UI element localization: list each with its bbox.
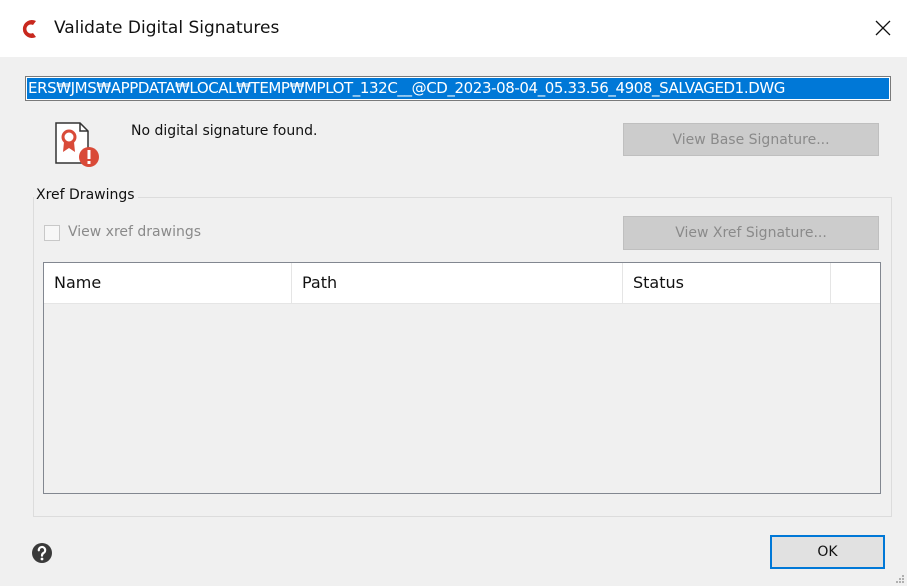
help-icon[interactable] <box>31 542 53 564</box>
column-header-path[interactable]: Path <box>292 263 623 303</box>
certificate-warning-icon <box>55 122 99 167</box>
app-logo-icon <box>22 20 36 38</box>
xref-table[interactable]: Name Path Status <box>43 262 881 494</box>
column-header-name[interactable]: Name <box>44 263 292 303</box>
window-title: Validate Digital Signatures <box>54 18 280 38</box>
ok-button[interactable]: OK <box>770 535 885 569</box>
signature-status-text: No digital signature found. <box>131 123 318 139</box>
view-xref-drawings-label[interactable]: View xref drawings <box>68 224 201 240</box>
xref-drawings-group-label: Xref Drawings <box>34 187 138 203</box>
close-icon <box>875 20 891 36</box>
view-xref-drawings-checkbox[interactable] <box>44 225 60 241</box>
file-path-field[interactable]: ERS₩JMS₩APPDATA₩LOCAL₩TEMP₩MPLOT_132C__@… <box>25 76 891 101</box>
resize-grip-icon[interactable] <box>895 574 905 584</box>
column-header-status[interactable]: Status <box>623 263 831 303</box>
view-xref-signature-button[interactable]: View Xref Signature... <box>623 216 879 250</box>
title-bar: Validate Digital Signatures <box>0 0 907 57</box>
file-path-text[interactable]: ERS₩JMS₩APPDATA₩LOCAL₩TEMP₩MPLOT_132C__@… <box>27 78 889 99</box>
xref-table-header: Name Path Status <box>44 263 880 304</box>
column-header-filler <box>831 263 880 303</box>
close-button[interactable] <box>859 4 907 52</box>
view-base-signature-button[interactable]: View Base Signature... <box>623 123 879 156</box>
